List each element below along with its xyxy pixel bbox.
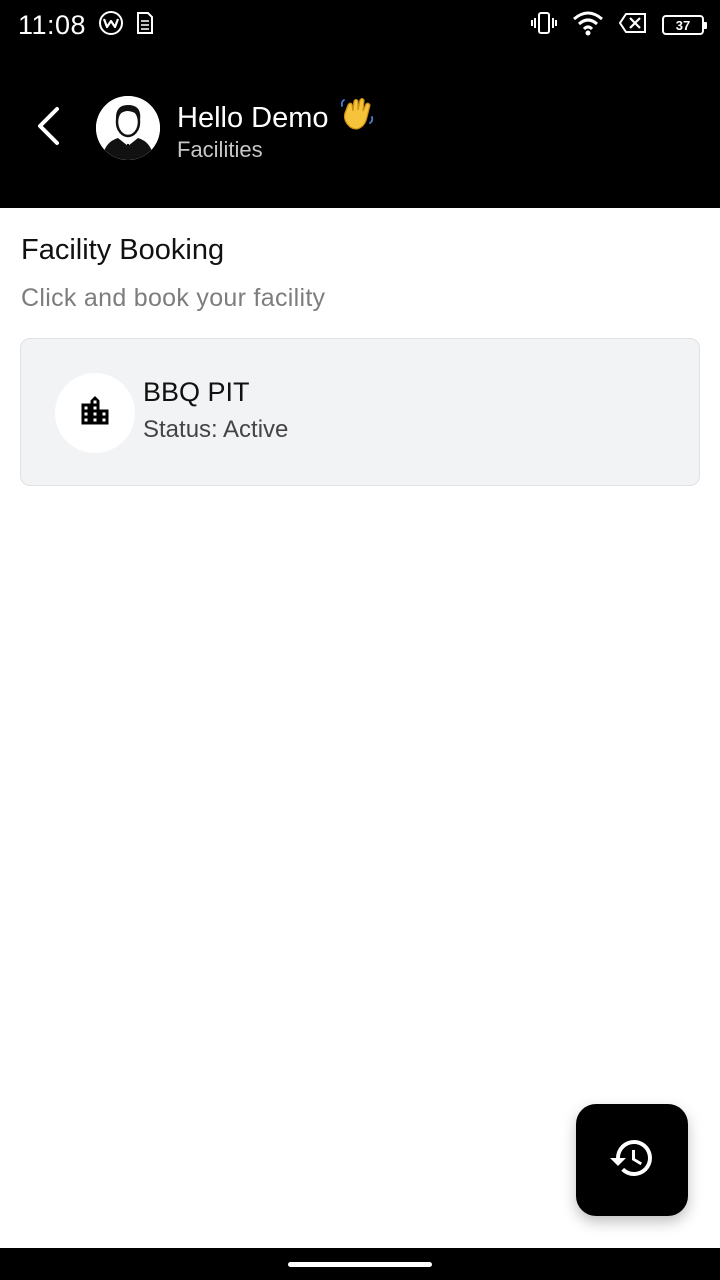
vpn-icon (98, 10, 124, 41)
status-left: 11:08 (18, 10, 154, 41)
wifi-icon (572, 10, 604, 41)
greeting: Hello Demo (177, 96, 375, 140)
app-bar: Hello Demo Facilities (0, 50, 720, 208)
user-avatar[interactable] (96, 96, 160, 160)
building-icon (77, 393, 113, 434)
system-nav-bar (0, 1248, 720, 1280)
back-button[interactable] (26, 102, 70, 154)
facility-name: BBQ PIT (143, 377, 250, 407)
status-right: 37 (530, 10, 707, 41)
facility-status: Status: Active (143, 416, 289, 443)
status-bar: 11:08 37 (0, 0, 720, 50)
page-title: Facility Booking (21, 234, 225, 266)
battery-icon: 37 (662, 15, 707, 35)
greeting-text: Hello Demo (177, 101, 329, 134)
back-chevron-icon (35, 106, 61, 151)
no-signal-icon (618, 12, 648, 39)
home-gesture-handle[interactable] (288, 1261, 432, 1267)
booking-history-button[interactable] (576, 1104, 688, 1216)
waving-hand-icon (339, 96, 375, 140)
facility-card[interactable]: BBQ PIT Status: Active (20, 338, 700, 486)
vibrate-icon (530, 11, 558, 40)
facility-icon-circle (55, 373, 135, 453)
sim-card-icon (136, 11, 154, 40)
header-subtitle: Facilities (177, 137, 263, 162)
page-subtitle: Click and book your facility (21, 284, 326, 312)
history-icon (608, 1134, 656, 1187)
status-time: 11:08 (18, 9, 87, 40)
